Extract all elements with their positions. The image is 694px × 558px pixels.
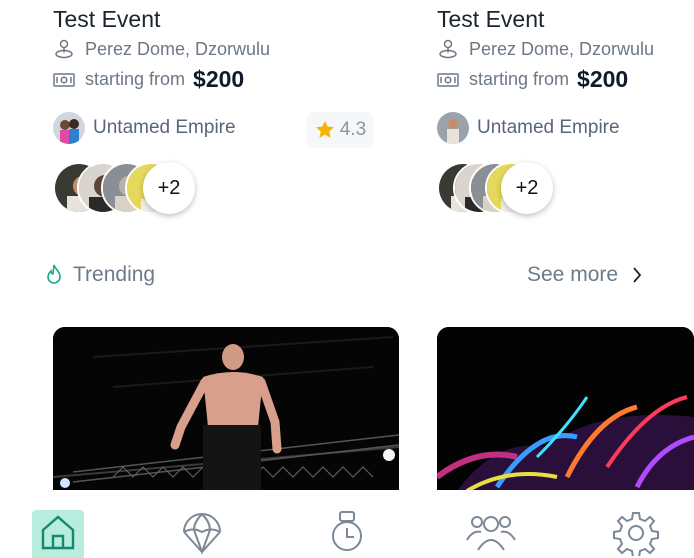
money-icon xyxy=(437,69,459,91)
host-avatar xyxy=(53,112,85,144)
location-pin-icon xyxy=(53,38,75,60)
trending-event-image[interactable] xyxy=(437,327,694,491)
host-name: Untamed Empire xyxy=(93,117,236,138)
host-name: Untamed Empire xyxy=(477,117,620,138)
rating-badge: 4.3 xyxy=(307,112,373,148)
attendee-avatars[interactable]: +2 xyxy=(437,162,597,214)
location-pin-icon xyxy=(437,38,459,60)
nav-home[interactable] xyxy=(32,510,84,558)
event-price-row: starting from $200 xyxy=(437,66,628,93)
rating-value: 4.3 xyxy=(339,119,367,140)
watch-icon xyxy=(332,511,362,551)
event-price: $200 xyxy=(577,66,629,92)
event-venue: Perez Dome, Dzorwulu xyxy=(85,38,271,59)
event-title: Test Event xyxy=(437,6,545,32)
more-attendees-badge[interactable]: +2 xyxy=(143,162,195,214)
event-venue: Perez Dome, Dzorwulu xyxy=(469,38,655,59)
more-attendees-badge[interactable]: +2 xyxy=(501,162,553,214)
parachute-icon xyxy=(183,513,221,555)
see-more-link[interactable]: See more xyxy=(527,263,642,287)
event-host[interactable]: Untamed Empire xyxy=(437,112,620,144)
nav-history[interactable] xyxy=(321,510,373,558)
gear-icon xyxy=(613,512,659,556)
star-icon xyxy=(315,120,334,138)
event-title: Test Event xyxy=(53,6,161,32)
attendee-avatars[interactable]: +2 xyxy=(53,162,213,214)
price-prefix: starting from xyxy=(85,69,186,89)
event-price-row: starting from $200 xyxy=(53,66,244,93)
event-host[interactable]: Untamed Empire xyxy=(53,112,236,144)
trending-event-image[interactable] xyxy=(53,327,399,491)
bottom-nav xyxy=(0,490,694,558)
people-icon xyxy=(466,516,516,551)
event-venue-row: Perez Dome, Dzorwulu xyxy=(53,38,270,60)
money-icon xyxy=(53,69,75,91)
host-avatar xyxy=(437,112,469,144)
event-venue-row: Perez Dome, Dzorwulu xyxy=(437,38,654,60)
nav-community[interactable] xyxy=(465,510,517,558)
nav-settings[interactable] xyxy=(610,510,662,558)
price-prefix: starting from xyxy=(469,69,570,89)
trending-header: Trending xyxy=(43,263,155,287)
trending-label: Trending xyxy=(73,263,156,286)
event-price: $200 xyxy=(193,66,245,92)
chevron-right-icon xyxy=(633,267,642,283)
see-more-label: See more xyxy=(527,263,619,286)
home-icon xyxy=(41,515,75,550)
nav-explore[interactable] xyxy=(176,510,228,558)
flame-icon xyxy=(47,264,61,284)
